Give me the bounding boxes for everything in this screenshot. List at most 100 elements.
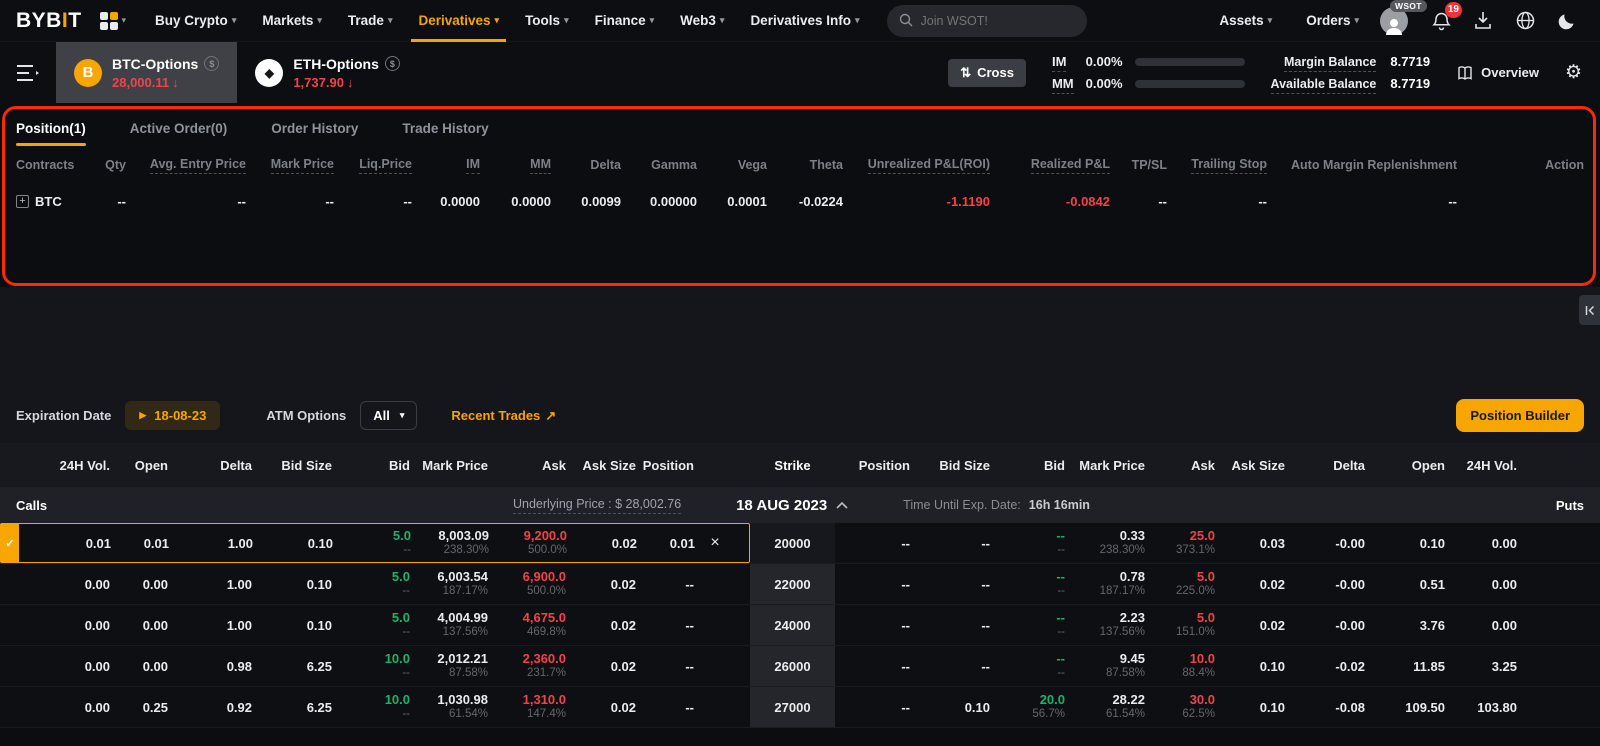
column-header: Bid (332, 458, 410, 473)
recent-trades-label: Recent Trades (451, 408, 540, 423)
chevron-down-icon: ▾ (400, 410, 405, 421)
column-header: Ask Size (566, 458, 636, 473)
put-bid[interactable]: ---- (990, 528, 1065, 557)
close-position-icon[interactable]: × (710, 534, 719, 551)
row-select-checkbox[interactable]: ✓ (1, 524, 19, 562)
call-ask[interactable]: 1,310.0147.4% (488, 692, 566, 721)
symbol-tab-eth-options[interactable]: ◆ ETH-Options$ 1,737.90↓ (237, 42, 418, 103)
column-header: Qty (105, 158, 126, 172)
language-button[interactable] (1508, 4, 1542, 38)
tab-trade-history[interactable]: Trade History (402, 107, 488, 149)
positions-panel: Position(1) Active Order(0) Order Histor… (0, 103, 1600, 287)
column-header: Mark Price (410, 458, 488, 473)
delta-value: 0.0099 (551, 194, 621, 209)
available-balance-label: Available Balance (1271, 77, 1377, 94)
nav-item-derivatives[interactable]: Derivatives▾ (405, 0, 512, 42)
nav-item-web3[interactable]: Web3▾ (667, 0, 737, 42)
overview-button[interactable]: Overview (1456, 65, 1539, 81)
nav-item-tools[interactable]: Tools▾ (512, 0, 582, 42)
nav-item-label: Derivatives Info (750, 13, 851, 28)
symbol-name: BTC-Options (112, 56, 198, 72)
search-icon (899, 13, 913, 27)
available-balance-value: 8.7719 (1390, 76, 1430, 91)
put-24h-vol: 0.00 (1445, 577, 1517, 592)
put-ask[interactable]: 5.0225.0% (1145, 569, 1215, 598)
bybit-logo[interactable]: BYBIT (16, 9, 82, 33)
put-position: -- (835, 577, 910, 592)
put-bid[interactable]: ---- (990, 569, 1065, 598)
call-ask[interactable]: 9,200.0500.0% (489, 528, 567, 557)
transfer-icon: ⇅ (960, 65, 971, 81)
nav-item-label: Trade (348, 13, 384, 28)
bybit-options-screen: BYBIT ▾ Buy Crypto▾ Markets▾ Trade ▾ Deri… (0, 0, 1600, 746)
chevron-down-icon: ▾ (122, 15, 127, 26)
put-bid[interactable]: ---- (990, 610, 1065, 639)
call-bid[interactable]: 5.0-- (333, 528, 411, 557)
nav-item-finance[interactable]: Finance▾ (582, 0, 668, 42)
put-bid[interactable]: 20.056.7% (990, 692, 1065, 721)
option-filter-bar: Expiration Date ▶ 18-08-23 ATM Options A… (0, 388, 1600, 443)
download-app-button[interactable] (1466, 4, 1500, 38)
search-input[interactable] (887, 5, 1087, 37)
call-bid[interactable]: 5.0-- (332, 569, 410, 598)
symbol-tab-btc-options[interactable]: B BTC-Options$ 28,000.11↓ (56, 42, 237, 103)
margin-mode-button[interactable]: ⇅Cross (948, 59, 1026, 87)
call-mark-price: 6,003.54187.17% (410, 569, 488, 598)
time-until-value: 16h 16min (1029, 498, 1090, 512)
put-ask[interactable]: 30.062.5% (1145, 692, 1215, 721)
apps-menu-button[interactable]: ▾ (100, 12, 127, 30)
mm-progress-bar (1135, 80, 1245, 88)
put-ask[interactable]: 25.0373.1% (1145, 528, 1215, 557)
column-header: Auto Margin Replenishment (1291, 158, 1457, 172)
chevron-down-icon: ▾ (388, 15, 393, 26)
call-bid[interactable]: 5.0-- (332, 610, 410, 639)
tab-order-history[interactable]: Order History (271, 107, 358, 149)
nav-item-trade[interactable]: Trade ▾ (335, 0, 406, 42)
tab-position[interactable]: Position(1) (16, 107, 86, 149)
expiry-date-header[interactable]: 18 AUG 2023 (707, 497, 877, 514)
put-mark-price: 0.78187.17% (1065, 569, 1145, 598)
column-header: Ask (488, 458, 566, 473)
strike-value: 20000 (750, 523, 835, 563)
notifications-button[interactable]: 19 (1424, 4, 1458, 38)
collapse-panel-button[interactable] (1579, 295, 1600, 325)
put-bid[interactable]: ---- (990, 651, 1065, 680)
markets-menu-button[interactable] (0, 64, 56, 82)
put-24h-vol: 0.00 (1445, 618, 1517, 633)
put-delta: -0.00 (1285, 536, 1365, 551)
recent-trades-link[interactable]: Recent Trades ↗ (451, 408, 556, 424)
nav-item-assets[interactable]: Assets▾ (1206, 0, 1285, 42)
atm-options-select[interactable]: All ▾ (360, 401, 417, 430)
nav-item-markets[interactable]: Markets▾ (249, 0, 335, 42)
nav-item-derivatives-info[interactable]: Derivatives Info▾ (737, 0, 872, 42)
account-avatar[interactable]: WSOT (1380, 7, 1408, 35)
moon-icon (1558, 12, 1576, 30)
call-bid[interactable]: 10.0-- (332, 692, 410, 721)
settings-gear-icon[interactable]: ⚙ (1565, 61, 1582, 84)
nav-item-orders[interactable]: Orders▾ (1293, 0, 1372, 42)
expiration-date-chip[interactable]: ▶ 18-08-23 (125, 401, 220, 430)
call-ask[interactable]: 4,675.0469.8% (488, 610, 566, 639)
strike-value: 27000 (750, 687, 835, 727)
theme-toggle-button[interactable] (1550, 4, 1584, 38)
nav-item-label: Finance (595, 13, 646, 28)
time-until-label: Time Until Exp. Date: (903, 498, 1021, 512)
call-bid[interactable]: 10.0-- (332, 651, 410, 680)
search-box (887, 5, 1087, 37)
nav-item-buy-crypto[interactable]: Buy Crypto▾ (142, 0, 249, 42)
call-ask[interactable]: 6,900.0500.0% (488, 569, 566, 598)
wsot-badge: WSOT (1390, 0, 1427, 12)
underlying-price[interactable]: Underlying Price : $ 28,002.76 (513, 497, 681, 514)
expiration-date-value: 18-08-23 (154, 408, 206, 423)
tab-active-order[interactable]: Active Order(0) (130, 107, 228, 149)
position-builder-button[interactable]: Position Builder (1456, 399, 1584, 432)
put-ask[interactable]: 5.0151.0% (1145, 610, 1215, 639)
chevron-down-icon: ▾ (317, 15, 322, 26)
expand-row-icon[interactable]: + (16, 195, 29, 208)
put-ask[interactable]: 10.088.4% (1145, 651, 1215, 680)
collapse-left-icon (1584, 305, 1595, 316)
gamma-value: 0.00000 (621, 194, 697, 209)
call-ask[interactable]: 2,360.0231.7% (488, 651, 566, 680)
mm-cell-value: 0.0000 (480, 194, 551, 209)
menu-icon (16, 64, 40, 82)
